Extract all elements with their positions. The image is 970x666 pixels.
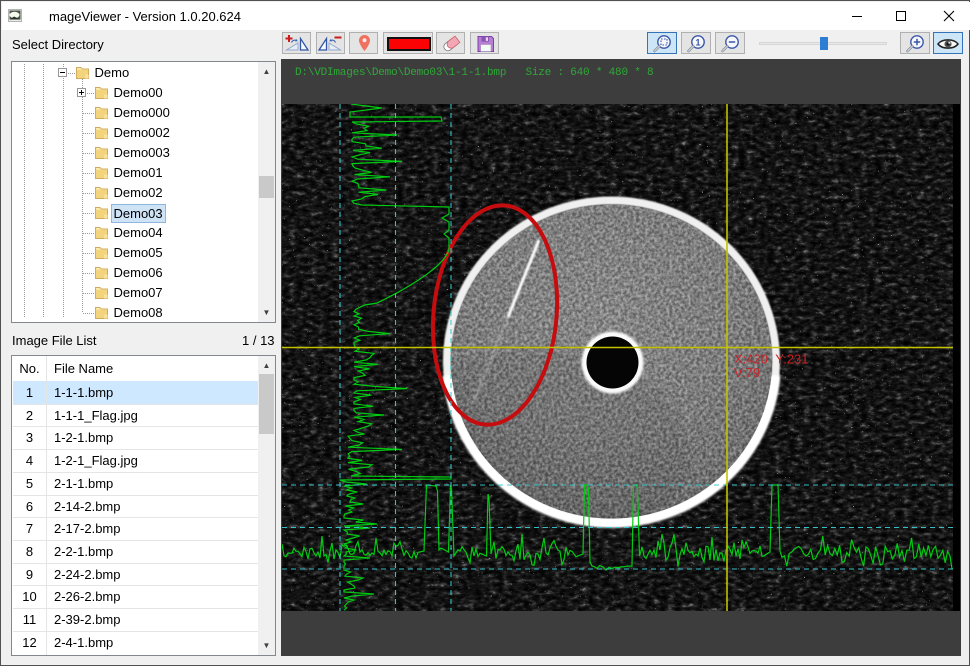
svg-text:1: 1: [695, 37, 700, 47]
svg-text:V:79: V:79: [734, 365, 760, 380]
